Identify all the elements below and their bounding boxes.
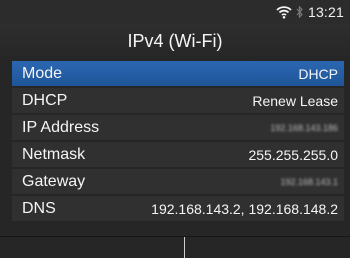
setting-value: Renew Lease [252, 92, 338, 109]
soft-key-bar [0, 236, 350, 258]
setting-row-dhcp[interactable]: DHCP Renew Lease [12, 88, 344, 113]
setting-value-redacted: 192.168.143.1 [280, 176, 338, 187]
setting-row-dns[interactable]: DNS 192.168.143.2, 192.168.148.2 [12, 196, 344, 221]
device-screen: 13:21 IPv4 (Wi-Fi) Mode DHCP DHCP Renew … [0, 0, 350, 258]
setting-row-gateway[interactable]: Gateway 192.168.143.1 [12, 169, 344, 194]
setting-row-netmask[interactable]: Netmask 255.255.255.0 [12, 142, 344, 167]
setting-label: Gateway [22, 172, 86, 190]
setting-label: IP Address [22, 118, 100, 136]
status-bar: 13:21 [0, 0, 350, 24]
setting-value: 192.168.143.2, 192.168.148.2 [151, 200, 338, 217]
setting-label: Netmask [22, 145, 86, 163]
setting-value: 255.255.255.0 [248, 146, 338, 163]
soft-key-left[interactable] [0, 237, 184, 258]
settings-list: Mode DHCP DHCP Renew Lease IP Address 19… [12, 61, 344, 223]
wifi-icon [276, 5, 292, 19]
setting-row-mode[interactable]: Mode DHCP [12, 61, 344, 86]
bluetooth-icon [296, 5, 304, 19]
page-title: IPv4 (Wi-Fi) [127, 31, 223, 51]
setting-label: DNS [22, 199, 56, 217]
soft-key-right[interactable] [185, 237, 350, 258]
setting-value: DHCP [298, 65, 338, 82]
title-bar: IPv4 (Wi-Fi) [0, 24, 350, 60]
setting-label: DHCP [22, 91, 68, 109]
status-indicators: 13:21 [276, 3, 344, 21]
clock: 13:21 [307, 4, 344, 20]
setting-label: Mode [22, 64, 63, 82]
setting-row-ip-address[interactable]: IP Address 192.168.143.186 [12, 115, 344, 140]
setting-value-redacted: 192.168.143.186 [270, 122, 338, 133]
